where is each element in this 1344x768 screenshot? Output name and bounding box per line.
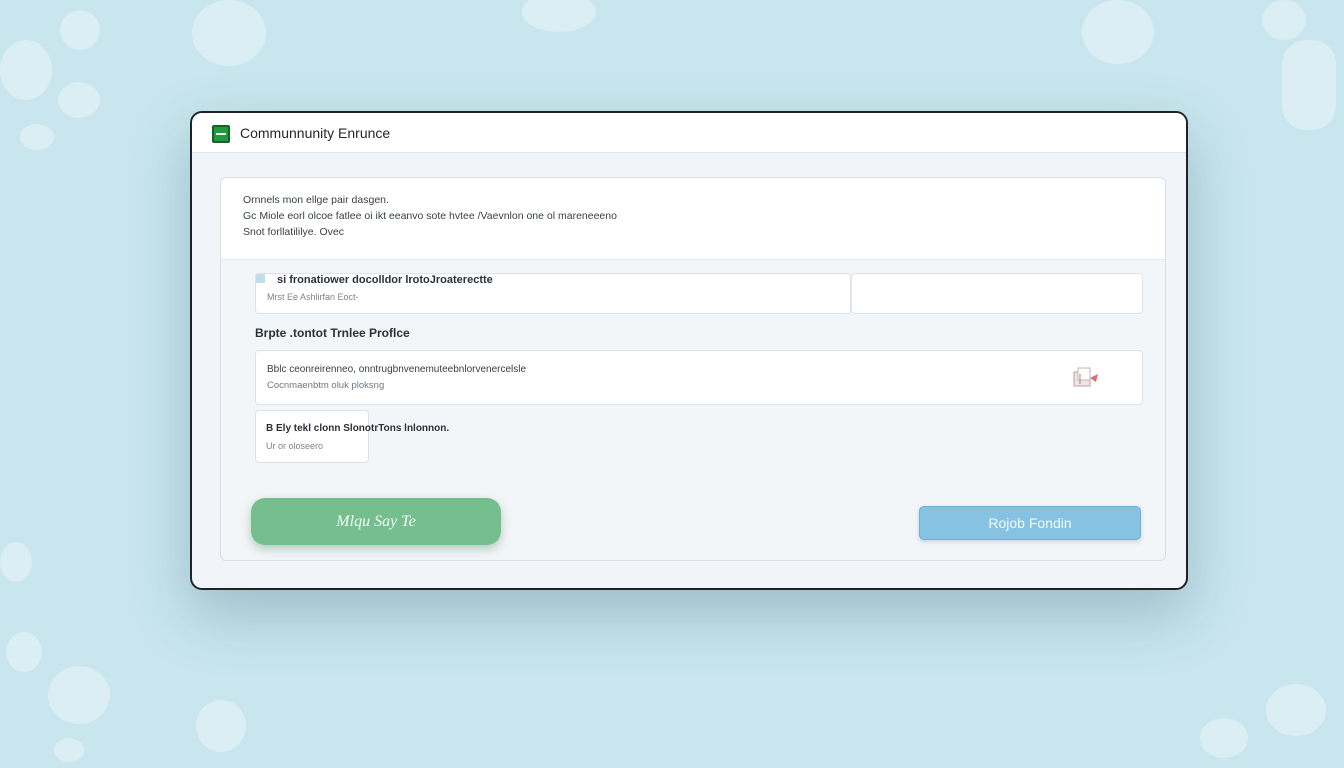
form-panel: Ornnels mon ellge pair dasgen. Gc Miole … <box>220 177 1166 561</box>
background-bubble <box>1082 0 1154 64</box>
background-bubble <box>1282 40 1336 130</box>
background-bubble <box>54 738 84 762</box>
background-bubble <box>0 542 32 582</box>
option-card-subtitle: Ur or oloseero <box>266 441 324 451</box>
field-marker <box>256 274 265 283</box>
background-bubble <box>20 124 54 150</box>
option-card[interactable]: B Ely tekl clonn SlonotrTons lnlonnon. U… <box>255 410 449 463</box>
background-bubble <box>196 700 246 752</box>
section-title: Brpte .tontot Trnlee Proflce <box>255 326 410 340</box>
name-field-help: Mrst Ee Ashlirfan Eoct- <box>267 292 359 302</box>
submit-button[interactable]: Mlqu Say Te <box>251 498 501 545</box>
background-bubble <box>192 0 266 66</box>
name-field-label: si fronatiower docolldor lrotoJroaterect… <box>277 274 493 286</box>
app-icon <box>212 125 230 143</box>
window-title: Communnunity Enrunce <box>240 125 391 141</box>
background-bubble <box>1200 718 1248 758</box>
name-field[interactable]: si fronatiower docolldor lrotoJroaterect… <box>255 273 851 314</box>
intro-line-2: Gc Miole eorl olcoe fatlee oi ikt eeanvo… <box>243 210 617 222</box>
background-bubble <box>48 666 110 724</box>
background-bubble <box>0 40 52 100</box>
intro-section: Ornnels mon ellge pair dasgen. Gc Miole … <box>221 178 1165 260</box>
community-entrance-window: Communnunity Enrunce Ornnels mon ellge p… <box>190 111 1188 590</box>
background-bubble <box>58 82 100 118</box>
background-bubble <box>522 0 596 32</box>
background-bubble <box>1262 0 1306 40</box>
background-bubble <box>1266 684 1326 736</box>
secondary-field[interactable] <box>851 273 1143 314</box>
secondary-button[interactable]: Rojob Fondin <box>919 506 1141 540</box>
window-titlebar: Communnunity Enrunce <box>192 113 1186 153</box>
profile-upload-field[interactable]: Bblc ceonreirenneo, onntrugbnvenemuteebn… <box>255 350 1143 405</box>
option-card-title: B Ely tekl clonn SlonotrTons lnlonnon. <box>266 423 450 434</box>
background-bubble <box>6 632 42 672</box>
profile-hint: Cocnmaenbtm oluk ploksng <box>267 380 385 391</box>
intro-line-3: Snot forllatililye. Ovec <box>243 226 344 238</box>
intro-line-1: Ornnels mon ellge pair dasgen. <box>243 194 389 206</box>
upload-icon[interactable] <box>1072 366 1102 390</box>
background-bubble <box>60 10 100 50</box>
profile-description: Bblc ceonreirenneo, onntrugbnvenemuteebn… <box>267 364 527 375</box>
